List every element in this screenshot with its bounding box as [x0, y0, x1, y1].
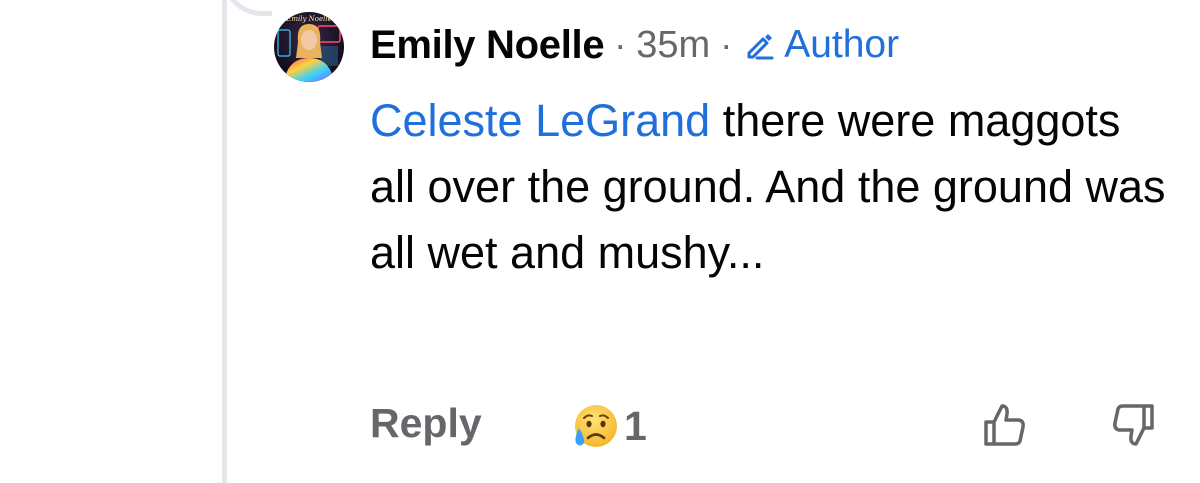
comment-actions: Reply 1 [370, 396, 1160, 458]
timestamp[interactable]: 35m [636, 24, 710, 67]
comment-text: Celeste LeGrand there were maggots all o… [370, 88, 1170, 286]
mention-link[interactable]: Celeste LeGrand [370, 95, 710, 146]
reply-button[interactable]: Reply [370, 400, 482, 447]
avatar[interactable]: Emily Noelle [274, 12, 344, 82]
separator: · [720, 24, 733, 65]
reaction-summary[interactable]: 1 [566, 398, 647, 454]
sad-face-icon [575, 405, 617, 447]
comment-view: Emily Noelle Emily Noelle · 35m · Author… [0, 0, 1200, 483]
avatar-image: Emily Noelle [274, 12, 344, 82]
thread-line [222, 0, 227, 483]
thumbs-up-icon[interactable] [980, 400, 1028, 455]
avatar-logo-text: Emily Noelle [285, 15, 332, 23]
pencil-icon [747, 34, 774, 60]
comment-header: Emily Noelle · 35m · Author [370, 18, 899, 72]
author-badge-label: Author [784, 23, 900, 66]
separator: · [614, 24, 627, 65]
author-badge: Author [742, 23, 899, 67]
thread-connector [222, 0, 272, 16]
reaction-count: 1 [624, 402, 647, 449]
author-name[interactable]: Emily Noelle [370, 23, 605, 68]
thumbs-down-icon[interactable] [1110, 400, 1158, 455]
